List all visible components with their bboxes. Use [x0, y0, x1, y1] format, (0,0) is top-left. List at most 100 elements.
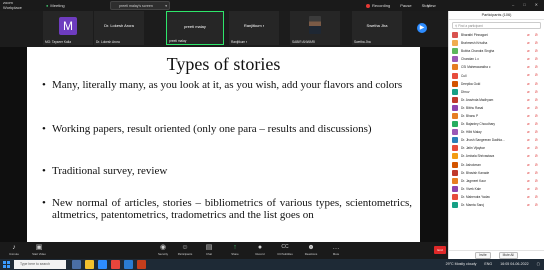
more-button[interactable]: … More	[325, 243, 347, 256]
cc-subtitles-button[interactable]: CC CC/Subtitles	[274, 243, 296, 256]
avatar: M	[59, 17, 77, 35]
invite-button[interactable]: Invite	[475, 251, 491, 259]
search-icon: ⚲	[455, 24, 458, 28]
participant-row[interactable]: Chandan L c ⌀ ⊘	[449, 55, 544, 63]
muted-icon: ⌀ ⊘	[527, 32, 540, 37]
bullet-text: Working papers, result oriented (only on…	[52, 123, 372, 135]
participant-row[interactable]: Bubba Chandra Singha ⌀ ⊘	[449, 47, 544, 55]
slide-title: Types of stories	[166, 54, 281, 74]
participant-row[interactable]: CSI Maheswaraiha c ⌀ ⊘	[449, 63, 544, 71]
language-indicator[interactable]: ENG	[484, 259, 492, 270]
participant-row[interactable]: Cull ⌀ ⊘	[449, 71, 544, 79]
participant-display-name: Ranjitkum r	[243, 23, 265, 28]
participant-name: preeti malay	[169, 39, 187, 43]
zoom-app-icon[interactable]	[98, 260, 107, 269]
weather-widget[interactable]: 29°C Mostly cloudy	[446, 259, 477, 270]
toolbar-label: Reactions	[304, 252, 318, 256]
toolbar-label: More	[332, 252, 340, 256]
view-label: View	[427, 3, 436, 8]
participant-row[interactable]: Dr. Aravinda Madhyam ⌀ ⊘	[449, 96, 544, 104]
participant-row[interactable]: Deepika Gold ⌀ ⊘	[449, 80, 544, 88]
participant-name: SABIR ANWARI	[292, 40, 315, 44]
bullet-icon: •	[42, 165, 46, 177]
video-tile[interactable]: Dr. Lokesh Arora Dr. Lokesh Arora	[94, 11, 144, 45]
muted-icon: ⌀ ⊘	[527, 80, 540, 86]
next-page-arrow-icon[interactable]: ▶	[417, 23, 427, 33]
mute-all-button[interactable]: Mute All	[498, 251, 518, 259]
shared-screen-area: Types of stories • Many, literally many,…	[0, 47, 448, 242]
muted-icon: ⌀ ⊘	[527, 48, 540, 54]
start-video-button[interactable]: ▣ Start Video	[28, 243, 50, 256]
unmute-button[interactable]: ♪ Unmute	[3, 243, 25, 256]
windows-taskbar: Type here to search 29°C Mostly cloudy E…	[0, 259, 544, 270]
participant-row[interactable]: Dr. Jhosh Sangeeran Dadhia... ⌀ ⊘	[449, 136, 544, 144]
maximize-icon[interactable]: □	[523, 0, 525, 10]
clock-time: 16:05	[500, 262, 510, 266]
view-button[interactable]: View	[427, 1, 436, 10]
participant-row[interactable]: Dr. Ambala Shrivastava ⌀ ⊘	[449, 152, 544, 160]
muted-icon: ⌀ ⊘	[527, 201, 540, 207]
powerpoint-icon[interactable]	[137, 260, 146, 269]
toolbar-label: Start Video	[32, 252, 46, 256]
avatar	[452, 96, 458, 103]
reactions-button[interactable]: ☻ Reactions	[300, 243, 322, 256]
muted-icon: ⌀ ⊘	[527, 121, 540, 127]
participant-display-name: preeti malay	[184, 24, 206, 29]
meeting-toolbar: ♪ Unmute ▣ Start Video ◉ Security ☺ Particip…	[0, 242, 448, 259]
file-explorer-icon[interactable]	[85, 260, 94, 269]
participant-row[interactable]: Dr. Vivek Kale ⌀ ⊘	[449, 185, 544, 193]
app-logo: zoom Workplace	[3, 0, 22, 10]
record-button[interactable]: ● Record	[249, 243, 271, 256]
end-meeting-button[interactable]: End	[434, 246, 446, 254]
video-tile[interactable]: Ranjitkum r Ranjitkum r	[229, 11, 279, 45]
participant-row[interactable]: Dr. Hilbi Malay ⌀ ⊘	[449, 128, 544, 136]
participant-row[interactable]: Dr. Bhavish Kanade ⌀ ⊘	[449, 169, 544, 177]
muted-icon: ⌀ ⊘	[527, 72, 540, 78]
clock[interactable]: 16:05 04-06-2022	[500, 259, 528, 270]
toolbar-label: Record	[255, 252, 265, 256]
muted-icon: ⌀ ⊘	[527, 56, 540, 62]
windows-start-icon[interactable]	[3, 261, 10, 268]
security-button[interactable]: ◉ Security	[152, 243, 174, 256]
meeting-label: Meeting	[50, 3, 65, 8]
participant-name: Dr. Lokesh Arora	[96, 40, 120, 44]
pause-recording-button[interactable]: Pause	[400, 1, 411, 10]
video-tile-active-speaker[interactable]: preeti malay preeti malay	[166, 11, 224, 45]
participant-row[interactable]: Dr. Jatin Vijaykar ⌀ ⊘	[449, 144, 544, 152]
participant-row[interactable]: Dr. Bhanu P ⌀ ⊘	[449, 112, 544, 120]
participant-row[interactable]: Dr. Mahendra Yadav ⌀ ⊘	[449, 193, 544, 201]
task-view-icon[interactable]	[72, 260, 81, 269]
video-tile[interactable]: SABIR ANWARI	[290, 11, 340, 45]
participants-panel: Participants (106) ⚲ Find a participant …	[448, 11, 544, 259]
chat-button[interactable]: ▤ Chat	[198, 243, 220, 256]
participant-row[interactable]: Dhruv ⌀ ⊘	[449, 88, 544, 96]
chrome-icon[interactable]	[111, 260, 120, 269]
video-tile[interactable]: M MG: Tayseer Kalla	[43, 11, 93, 45]
meeting-info[interactable]: ● Meeting	[46, 3, 65, 8]
avatar	[452, 145, 458, 152]
participant-row[interactable]: Dr. Bajardey Choudhary ⌀ ⊘	[449, 120, 544, 128]
participant-row[interactable]: Dr. Bibhu Rasal ⌀ ⊘	[449, 104, 544, 112]
participant-row[interactable]: Dr. Ashokman ⌀ ⊘	[449, 161, 544, 169]
participant-search-input[interactable]: ⚲ Find a participant	[452, 22, 541, 29]
share-screen-button[interactable]: ↑ Share	[224, 243, 246, 256]
participant-name: Swetha Jha	[354, 40, 371, 44]
participant-row[interactable]: Dr. Mamta Saroj ⌀ ⊘	[449, 201, 544, 209]
notifications-icon[interactable]: ▢	[537, 259, 540, 270]
toolbar-label: Participants	[177, 252, 193, 256]
avatar	[452, 137, 458, 144]
slide-bullet: • New normal of articles, stories – bibl…	[42, 197, 412, 221]
muted-icon: ⌀ ⊘	[527, 153, 540, 159]
participant-row[interactable]: Dr. Jagmeet Kaur ⌀ ⊘	[449, 177, 544, 185]
taskbar-search-input[interactable]: Type here to search	[14, 260, 66, 269]
participants-button[interactable]: ☺ Participants	[174, 243, 196, 256]
avatar	[452, 177, 458, 184]
video-tile[interactable]: Swetha Jha Swetha Jha	[352, 11, 402, 45]
minimize-icon[interactable]: –	[512, 0, 514, 10]
participant-row[interactable]: Brahmesh Krisdha ⌀ ⊘	[449, 39, 544, 47]
close-icon[interactable]: ✕	[535, 0, 538, 10]
participant-row[interactable]: Bharathi Pinnagoni ⌀ ⊘	[449, 31, 544, 39]
toolbar-label: Security	[157, 252, 169, 256]
word-icon[interactable]	[124, 260, 133, 269]
viewing-screen-tab[interactable]: preeti malay's screen ▾	[110, 1, 170, 10]
